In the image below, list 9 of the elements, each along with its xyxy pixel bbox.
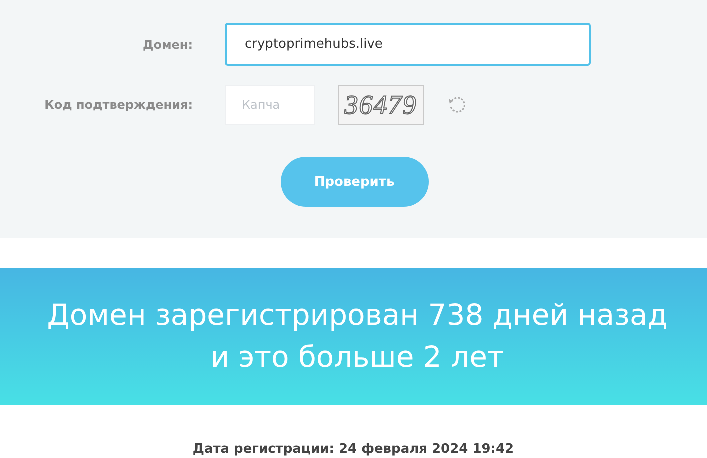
domain-label: Домен: <box>143 38 193 52</box>
registration-date: Дата регистрации: 24 февраля 2024 19:42 <box>192 442 516 457</box>
banner-text: Домен зарегистрирован 738 дней назад <box>47 296 668 334</box>
domain-field[interactable]: cryptoprimehubs.live <box>225 23 591 66</box>
refresh-icon[interactable] <box>447 95 467 115</box>
captcha-image: 36479 <box>338 85 424 125</box>
banner-text: и это больше 2 лет <box>210 338 504 376</box>
code-label: Код подтверждения: <box>44 98 193 112</box>
captcha-field[interactable]: Капча <box>225 85 315 125</box>
